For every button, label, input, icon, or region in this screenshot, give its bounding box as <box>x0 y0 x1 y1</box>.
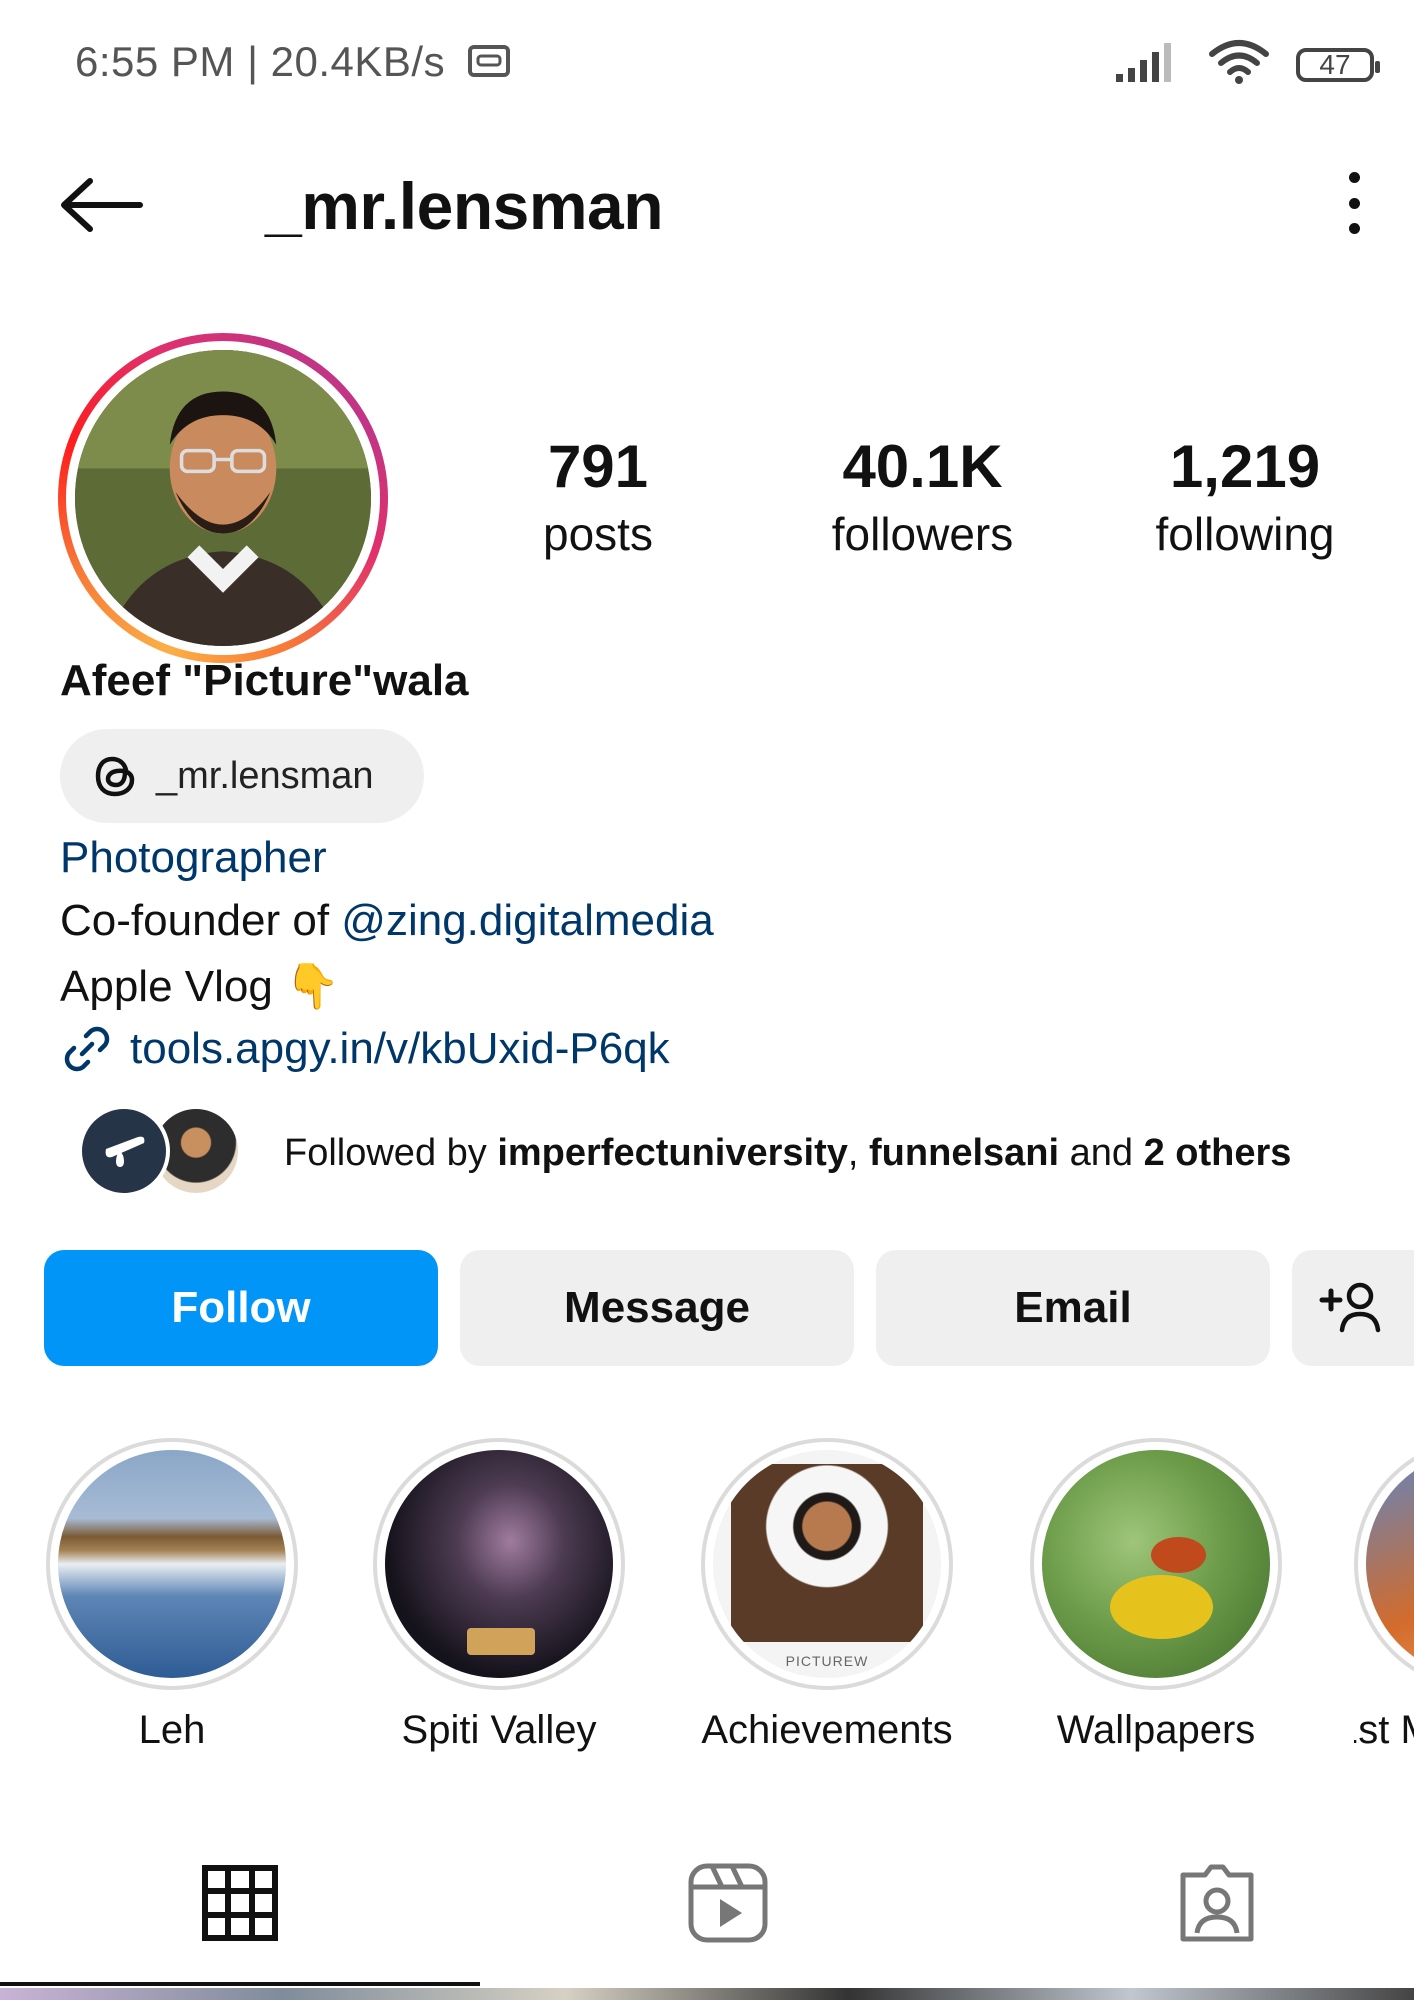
tab-tagged[interactable] <box>1172 1860 1262 1946</box>
status-time: 6:55 PM | 20.4KB/s <box>75 38 511 89</box>
battery-level: 47 <box>1319 48 1351 80</box>
highlight-label: Leh <box>138 1708 206 1752</box>
threads-icon <box>95 756 135 797</box>
highlight-partial[interactable]: 1st M <box>1354 1438 1414 1838</box>
followers-label: followers <box>831 508 1014 560</box>
drop-logo-icon <box>105 1136 145 1167</box>
page-title: _mr.lensman <box>265 169 664 243</box>
more-options-button[interactable] <box>1339 172 1369 234</box>
highlight-cover <box>58 1450 286 1678</box>
mention-link[interactable]: @zing.digitalmedia <box>341 896 713 945</box>
mutual-others: 2 others <box>1143 1131 1292 1174</box>
highlight-ring <box>1030 1438 1282 1690</box>
tab-reels[interactable] <box>683 1860 773 1946</box>
highlight-ring <box>1354 1438 1414 1690</box>
link-icon <box>64 1026 110 1072</box>
mutual-user-1: imperfectuniversity <box>497 1131 848 1174</box>
highlight-label: Wallpapers <box>1056 1708 1256 1752</box>
followers-stat[interactable]: 40.1K followers <box>800 432 1045 561</box>
mutual-followers[interactable]: Followed by imperfectuniversity, funnels… <box>78 1105 1291 1201</box>
followed-by-prefix: Followed by <box>284 1131 498 1174</box>
threads-handle: _mr.lensman <box>156 754 374 797</box>
bio-text: Apple Vlog <box>60 962 273 1011</box>
highlight-ring: PICTUREW <box>701 1438 953 1690</box>
followers-count: 40.1K <box>842 433 1003 500</box>
status-icons: 47 <box>1114 38 1380 91</box>
highlight-label: Achievements <box>701 1708 953 1752</box>
highlight-cover <box>1366 1450 1414 1678</box>
highlight-spiti-valley[interactable]: Spiti Valley <box>369 1438 629 1753</box>
highlight-ring <box>373 1438 625 1690</box>
mutual-user-2: funnelsani <box>869 1131 1060 1174</box>
active-tab-indicator <box>0 1982 480 1986</box>
vpn-icon <box>467 41 511 89</box>
more-dot-icon <box>1348 197 1360 209</box>
suggested-users-button[interactable] <box>1292 1250 1414 1366</box>
avatar-frame <box>66 341 380 655</box>
threads-badge[interactable]: _mr.lensman <box>60 729 424 823</box>
display-name: Afeef "Picture"wala <box>60 656 469 705</box>
highlight-cover <box>1042 1450 1270 1678</box>
posts-count: 791 <box>547 433 649 500</box>
bio-text: Co-founder of <box>60 896 342 945</box>
bio-line-2: Apple Vlog 👇 <box>60 960 340 1012</box>
posts-stat[interactable]: 791 posts <box>498 432 698 561</box>
wifi-icon <box>1208 38 1270 91</box>
conjunction: and <box>1059 1131 1144 1174</box>
grid-icon <box>202 1865 278 1941</box>
separator: , <box>847 1131 870 1174</box>
pointing-down-emoji: 👇 <box>285 962 340 1011</box>
bio-line-1: Co-founder of @zing.digitalmedia <box>60 896 714 946</box>
mutual-avatars <box>78 1105 248 1201</box>
mutual-avatar-1 <box>78 1105 170 1197</box>
follow-button[interactable]: Follow <box>44 1250 438 1366</box>
email-button[interactable]: Email <box>876 1250 1270 1366</box>
tagged-icon <box>1180 1864 1254 1942</box>
highlight-achievements[interactable]: PICTUREW Achievements <box>697 1438 957 1753</box>
status-time-text: 6:55 PM | 20.4KB/s <box>75 38 446 85</box>
arrow-left-icon <box>61 178 143 232</box>
avatar[interactable] <box>58 333 388 663</box>
avatar-photo <box>75 350 371 646</box>
highlight-badge-text: PICTUREW <box>785 1652 869 1669</box>
message-button[interactable]: Message <box>460 1250 854 1366</box>
grid-preview-strip <box>0 1988 1414 2000</box>
highlight-cover: PICTUREW <box>713 1450 941 1678</box>
signal-icon <box>1114 40 1182 89</box>
battery-icon: 47 <box>1296 47 1380 82</box>
reels-icon <box>688 1863 768 1943</box>
back-button[interactable] <box>58 170 148 240</box>
highlight-wallpapers[interactable]: Wallpapers <box>1026 1438 1286 1753</box>
highlight-ring <box>46 1438 298 1690</box>
highlight-cover <box>385 1450 613 1678</box>
highlight-label: Spiti Valley <box>401 1708 597 1752</box>
link-text: tools.apgy.in/v/kbUxid-P6qk <box>130 1024 670 1073</box>
more-dot-icon <box>1348 172 1360 183</box>
following-label: following <box>1155 508 1335 560</box>
highlight-leh[interactable]: Leh <box>42 1438 302 1753</box>
following-count: 1,219 <box>1169 433 1321 500</box>
bio-link[interactable]: tools.apgy.in/v/kbUxid-P6qk <box>60 1022 670 1076</box>
profile-category: Photographer <box>60 833 327 882</box>
following-stat[interactable]: 1,219 following <box>1130 432 1360 561</box>
tab-posts[interactable] <box>195 1860 285 1946</box>
add-user-icon <box>1319 1282 1381 1333</box>
more-dot-icon <box>1348 223 1360 234</box>
posts-label: posts <box>543 508 653 560</box>
highlight-label: 1st M <box>1354 1708 1414 1752</box>
followed-by-text: Followed by imperfectuniversity, funnels… <box>284 1132 1291 1175</box>
